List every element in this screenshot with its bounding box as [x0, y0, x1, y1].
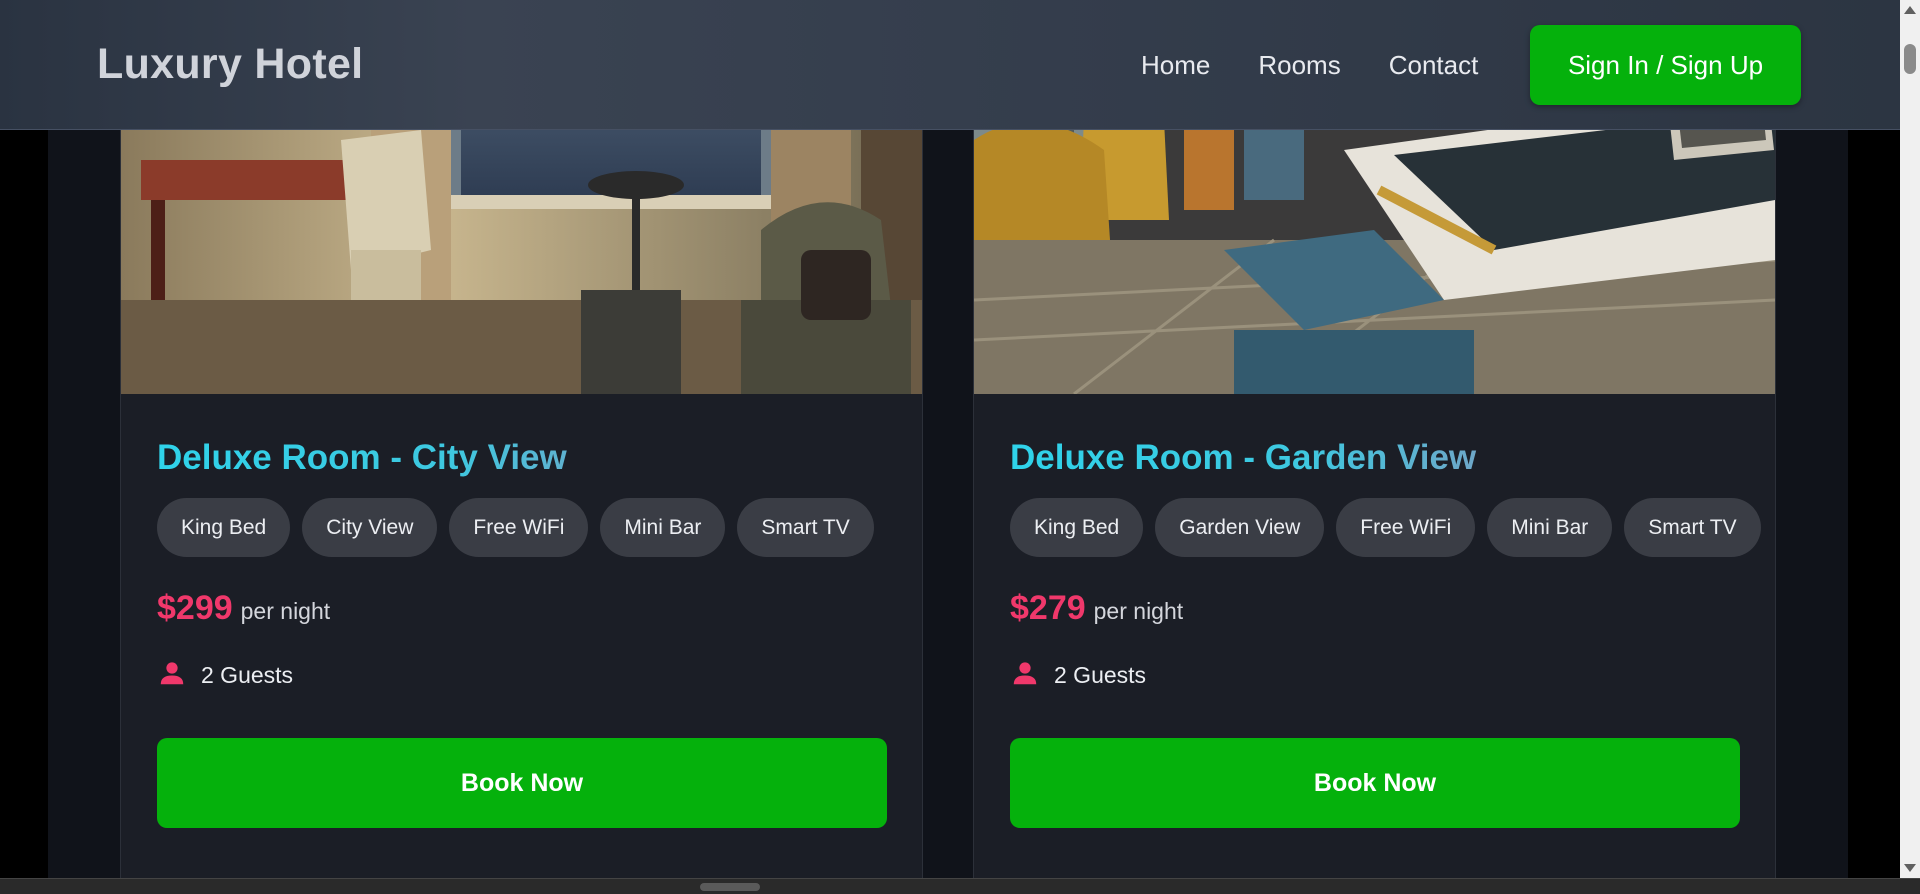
guests-row: 2 Guests [1010, 658, 1740, 692]
room-card-body: Deluxe Room - City View King Bed City Vi… [157, 432, 887, 828]
amenity-chip: Mini Bar [600, 498, 726, 557]
nav-link-home[interactable]: Home [1141, 50, 1210, 81]
amenity-chip: Smart TV [1624, 498, 1761, 557]
room-card-garden-view: Deluxe Room - Garden View King Bed Garde… [973, 0, 1776, 878]
scroll-thumb[interactable] [1904, 44, 1916, 74]
horizontal-scrollbar[interactable] [0, 878, 1920, 894]
browser-viewport: Deluxe Room - City View King Bed City Vi… [0, 0, 1900, 878]
amenity-chip: Garden View [1155, 498, 1325, 557]
scroll-up-arrow-icon[interactable] [1904, 6, 1916, 14]
price-unit: per night [240, 598, 331, 624]
room-title: Deluxe Room - City View [157, 432, 887, 484]
navbar: Luxury Hotel Home Rooms Contact Sign In … [0, 0, 1900, 130]
amenity-chip: City View [302, 498, 438, 557]
amenity-chip: King Bed [157, 498, 291, 557]
nav-links: Home Rooms Contact [1141, 50, 1478, 81]
room-card-body: Deluxe Room - Garden View King Bed Garde… [1010, 432, 1761, 828]
room-title: Deluxe Room - Garden View [1010, 432, 1740, 484]
price-row: $299 per night [157, 589, 887, 628]
price-unit: per night [1093, 598, 1184, 624]
brand-logo[interactable]: Luxury Hotel [97, 40, 363, 89]
amenity-chip: King Bed [1010, 498, 1144, 557]
amenity-chip: Mini Bar [1487, 498, 1613, 557]
person-icon [157, 658, 187, 693]
room-price: $279 [1010, 589, 1086, 627]
amenity-chip: Free WiFi [449, 498, 589, 557]
person-icon [1010, 658, 1040, 693]
room-price: $299 [157, 589, 233, 627]
amenity-list: King Bed City View Free WiFi Mini Bar Sm… [157, 498, 917, 557]
room-card-city-view: Deluxe Room - City View King Bed City Vi… [120, 0, 923, 878]
nav-link-rooms[interactable]: Rooms [1258, 50, 1340, 81]
nav-link-contact[interactable]: Contact [1389, 50, 1479, 81]
amenity-chip: Free WiFi [1336, 498, 1476, 557]
book-now-button[interactable]: Book Now [1010, 738, 1740, 828]
scroll-down-arrow-icon[interactable] [1904, 864, 1916, 872]
horizontal-scroll-thumb[interactable] [700, 883, 760, 891]
amenity-chip: Smart TV [737, 498, 874, 557]
sign-in-button[interactable]: Sign In / Sign Up [1530, 25, 1801, 105]
vertical-scrollbar[interactable] [1900, 0, 1920, 878]
price-row: $279 per night [1010, 589, 1740, 628]
guests-count: 2 Guests [201, 661, 294, 688]
guests-row: 2 Guests [157, 658, 887, 692]
book-now-button[interactable]: Book Now [157, 738, 887, 828]
guests-count: 2 Guests [1054, 661, 1147, 688]
amenity-list: King Bed Garden View Free WiFi Mini Bar … [1010, 498, 1770, 557]
